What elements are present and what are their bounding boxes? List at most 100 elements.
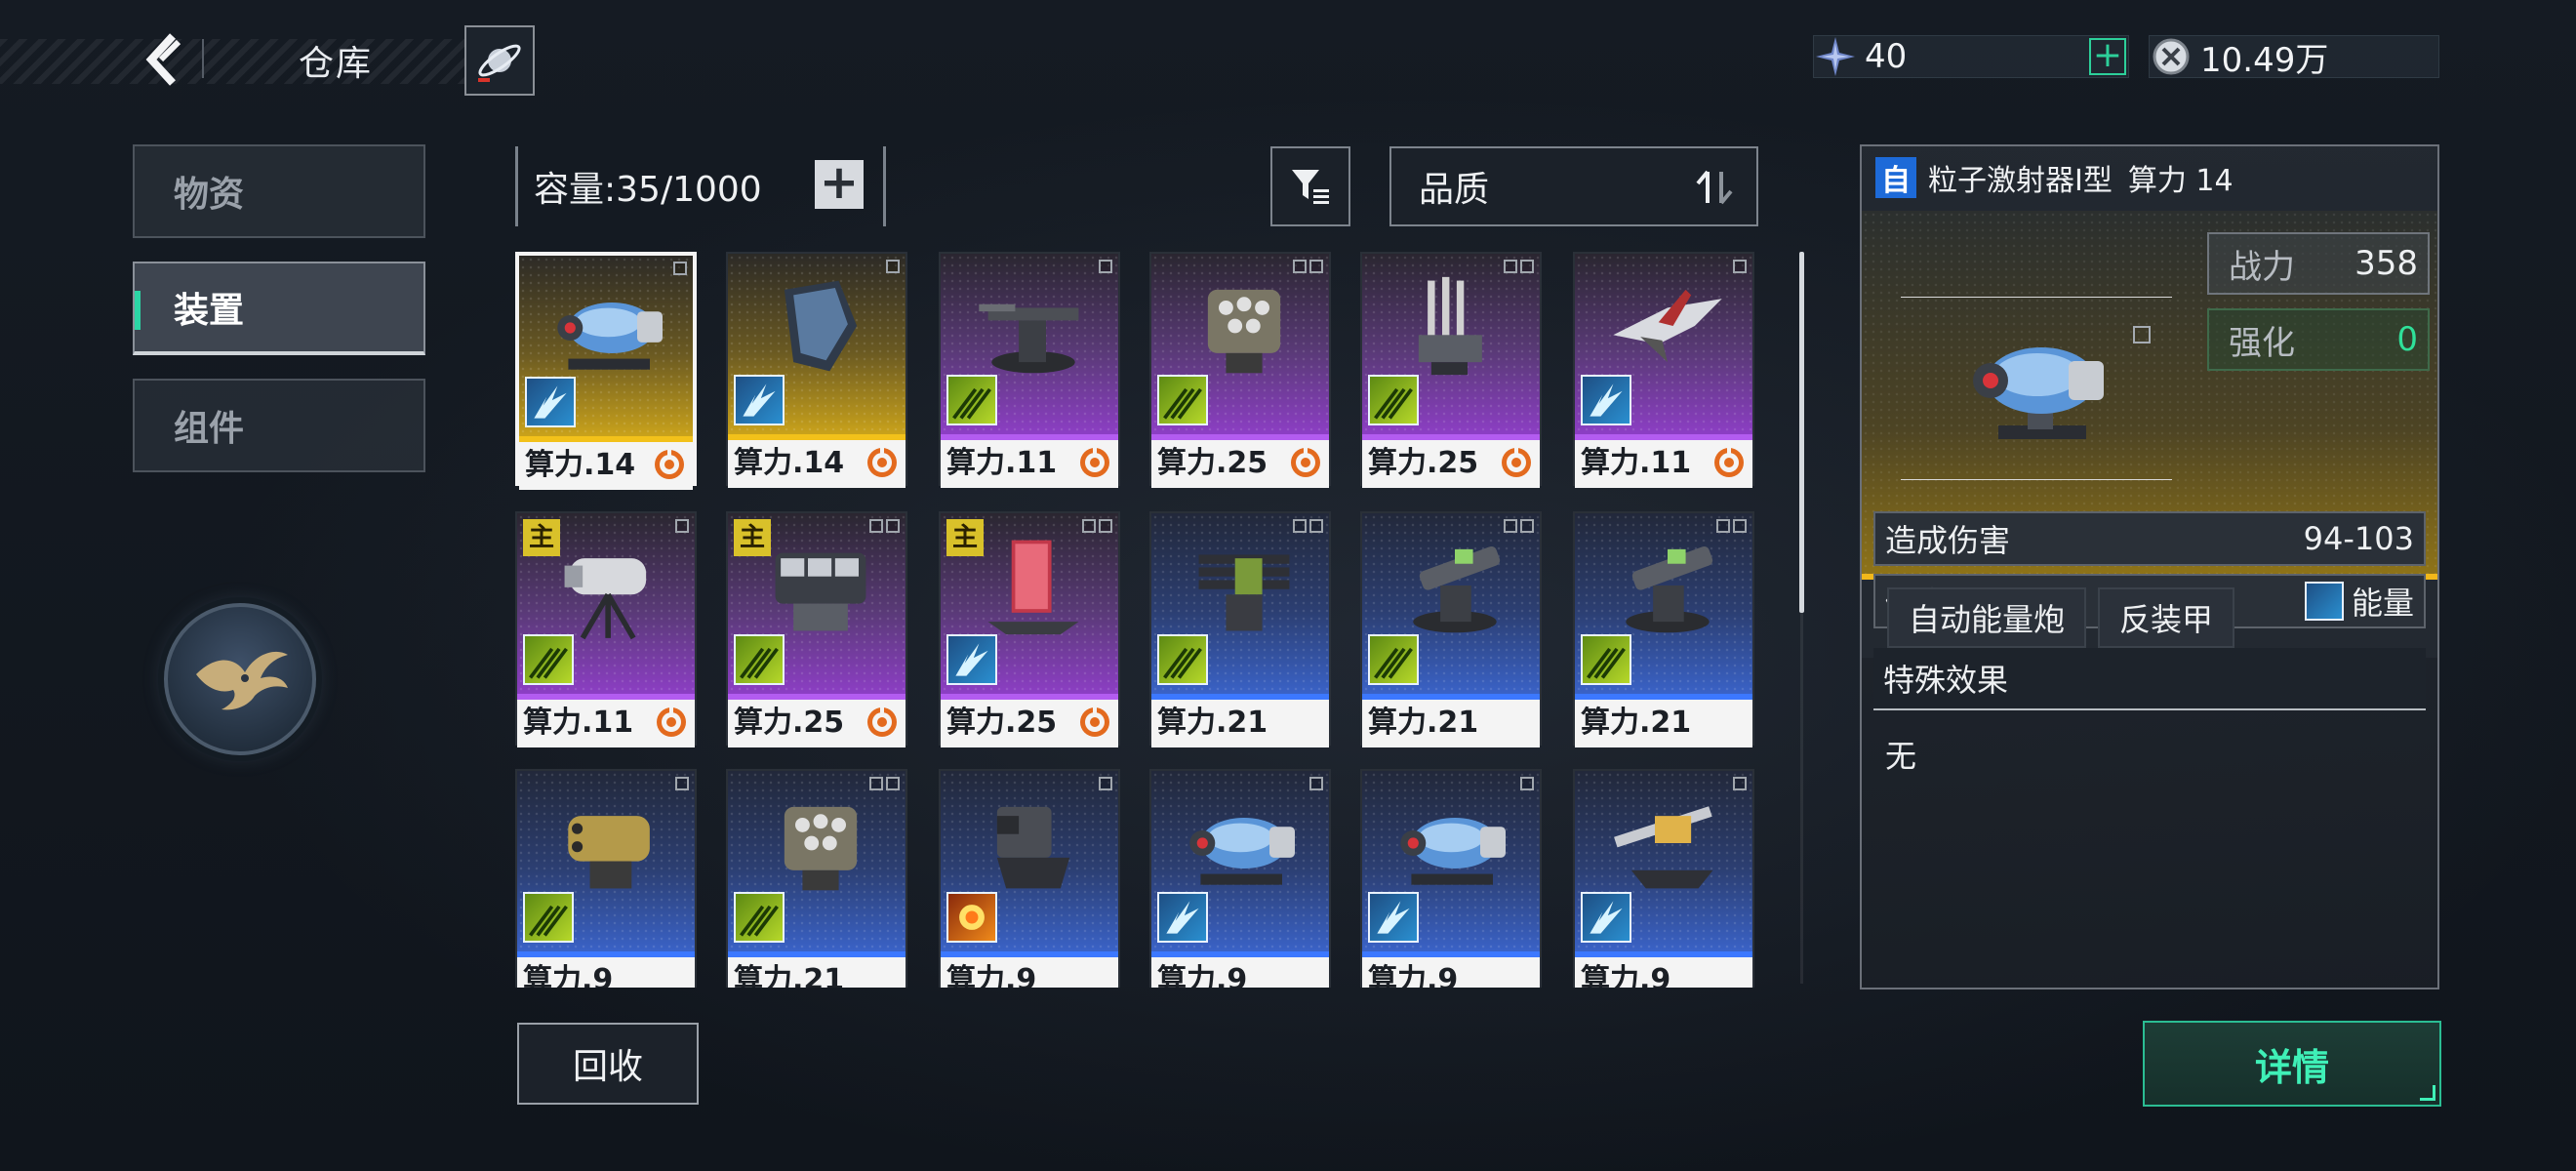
missile-pod-icon — [1207, 289, 1281, 374]
inventory-grid: 算力.14 算力.14 算力.11 算力.25 算力.25 算力.11 主算力.11 主算力.… — [515, 252, 1764, 988]
kinetic-type-icon — [523, 634, 574, 685]
slot-indicator — [886, 260, 900, 273]
item-power: 算力 14 — [2127, 164, 2234, 198]
sort-dropdown[interactable]: 品质 — [1389, 146, 1758, 226]
special-effects-value: 无 — [1885, 738, 1917, 775]
slot-indicator — [675, 777, 689, 790]
slot-indicator — [1504, 519, 1534, 533]
grid-scrollbar-thumb[interactable] — [1799, 252, 1804, 613]
energy-type-icon — [2304, 582, 2344, 621]
gear-icon — [1714, 448, 1744, 477]
equipment-card[interactable]: 主算力.11 — [515, 511, 697, 747]
equipment-card[interactable]: 算力.25 — [1360, 252, 1542, 488]
header-separator — [202, 39, 204, 78]
slot-indicator — [869, 519, 900, 533]
main-weapon-badge: 主 — [734, 519, 771, 556]
active-indicator — [135, 291, 141, 330]
equipment-card[interactable]: 算力.21 — [726, 769, 907, 988]
equipment-card[interactable]: 算力.14 — [515, 252, 697, 490]
rail-turret-icon — [1413, 545, 1501, 633]
slot-indicator — [1309, 777, 1323, 790]
special-effects-header: 特殊效果 — [1873, 648, 2426, 710]
kinetic-type-icon — [1157, 634, 1208, 685]
nav-tab-components[interactable]: 组件 — [133, 379, 425, 472]
capacity-display: 容量:35/1000 + — [515, 146, 886, 226]
slot-indicator — [1293, 519, 1323, 533]
slot-indicator — [1716, 519, 1747, 533]
slot-indicator — [1099, 777, 1112, 790]
equipment-card[interactable]: 算力.9 — [1573, 769, 1754, 988]
coin-resource: 10.49万 — [2149, 35, 2439, 80]
header-stripe-decoration — [0, 39, 527, 84]
enhance-stat: 强化 0 — [2207, 308, 2430, 371]
filter-button[interactable] — [1270, 146, 1350, 226]
slot-indicator — [1733, 260, 1747, 273]
rail-turret-icon — [1626, 545, 1713, 633]
cannon-icon — [1189, 818, 1295, 885]
gear-icon — [655, 450, 684, 479]
gear-icon — [1291, 448, 1320, 477]
energy-type-icon — [1581, 375, 1631, 425]
equipment-card[interactable]: 算力.11 — [939, 252, 1120, 488]
card-power-label: 算力.21 — [1362, 700, 1540, 747]
equipment-card[interactable]: 主算力.25 — [939, 511, 1120, 747]
mortar-icon — [996, 806, 1070, 889]
gear-icon — [1080, 448, 1109, 477]
item-detail-panel: 自 粒子激射器I型 算力 14 战力 358 强化 0 自动能量炮 反装甲 造成… — [1860, 144, 2439, 989]
details-button[interactable]: 详情 — [2143, 1021, 2441, 1107]
recycle-label: 回收 — [572, 1047, 643, 1087]
kinetic-type-icon — [1157, 375, 1208, 425]
faction-emblem[interactable] — [164, 603, 316, 755]
energy-type-icon — [525, 377, 576, 427]
recycle-button[interactable]: 回收 — [517, 1023, 699, 1105]
planet-button[interactable] — [464, 25, 535, 96]
equipment-card[interactable]: 主算力.25 — [726, 511, 907, 747]
slot-indicator — [675, 519, 689, 533]
card-power-label: 算力.21 — [728, 957, 906, 988]
energy-type-icon — [1157, 892, 1208, 943]
expand-capacity-button[interactable]: + — [815, 159, 864, 209]
slot-indicator — [1520, 777, 1534, 790]
equipment-card[interactable]: 算力.21 — [1573, 511, 1754, 747]
add-crystal-button[interactable]: + — [2089, 38, 2126, 75]
combat-power-stat: 战力 358 — [2207, 232, 2430, 295]
kinetic-type-icon — [734, 634, 785, 685]
detail-header: 自 粒子激射器I型 算力 14 — [1862, 146, 2437, 209]
equipment-card[interactable]: 算力.9 — [515, 769, 697, 988]
cannon-icon — [1400, 818, 1506, 885]
turret-icon — [979, 303, 1079, 374]
nav-tab-label: 组件 — [174, 409, 245, 449]
equipment-card[interactable]: 算力.25 — [1149, 252, 1331, 488]
card-power-label: 算力.21 — [1575, 700, 1752, 747]
equipment-card[interactable]: 算力.21 — [1149, 511, 1331, 747]
equipment-card[interactable]: 算力.9 — [1149, 769, 1331, 988]
particle-cannon-icon — [1973, 347, 2104, 439]
details-label: 详情 — [2254, 1045, 2329, 1089]
nav-tab-label: 物资 — [174, 175, 245, 215]
item-name: 粒子激射器I型 — [1928, 164, 2113, 198]
card-power-label: 算力.9 — [941, 957, 1118, 988]
slot-indicator — [673, 262, 687, 275]
item-tag: 自动能量炮 — [1887, 587, 2087, 648]
slot-indicator — [1504, 260, 1534, 273]
equipment-card[interactable]: 算力.9 — [939, 769, 1120, 988]
gear-icon — [1080, 707, 1109, 737]
crystal-icon — [1814, 35, 1857, 78]
equipment-card[interactable]: 算力.9 — [1360, 769, 1542, 988]
kinetic-type-icon — [1368, 634, 1419, 685]
equipment-card[interactable]: 算力.11 — [1573, 252, 1754, 488]
corner-decoration — [2420, 1085, 2435, 1101]
gear-icon — [867, 707, 897, 737]
energy-type-icon — [734, 375, 785, 425]
filter-icon — [1292, 170, 1329, 204]
nav-tab-supplies[interactable]: 物资 — [133, 144, 425, 238]
equipment-card[interactable]: 算力.21 — [1360, 511, 1542, 747]
card-power-label: 算力.9 — [1575, 957, 1752, 988]
nav-tab-devices[interactable]: 装置 — [133, 262, 425, 355]
gatling-icon — [564, 558, 647, 640]
kinetic-type-icon — [734, 892, 785, 943]
slot-indicator — [1293, 260, 1323, 273]
crystal-resource: 40 + — [1813, 35, 2129, 78]
back-button[interactable] — [137, 29, 187, 90]
equipment-card[interactable]: 算力.14 — [726, 252, 907, 488]
